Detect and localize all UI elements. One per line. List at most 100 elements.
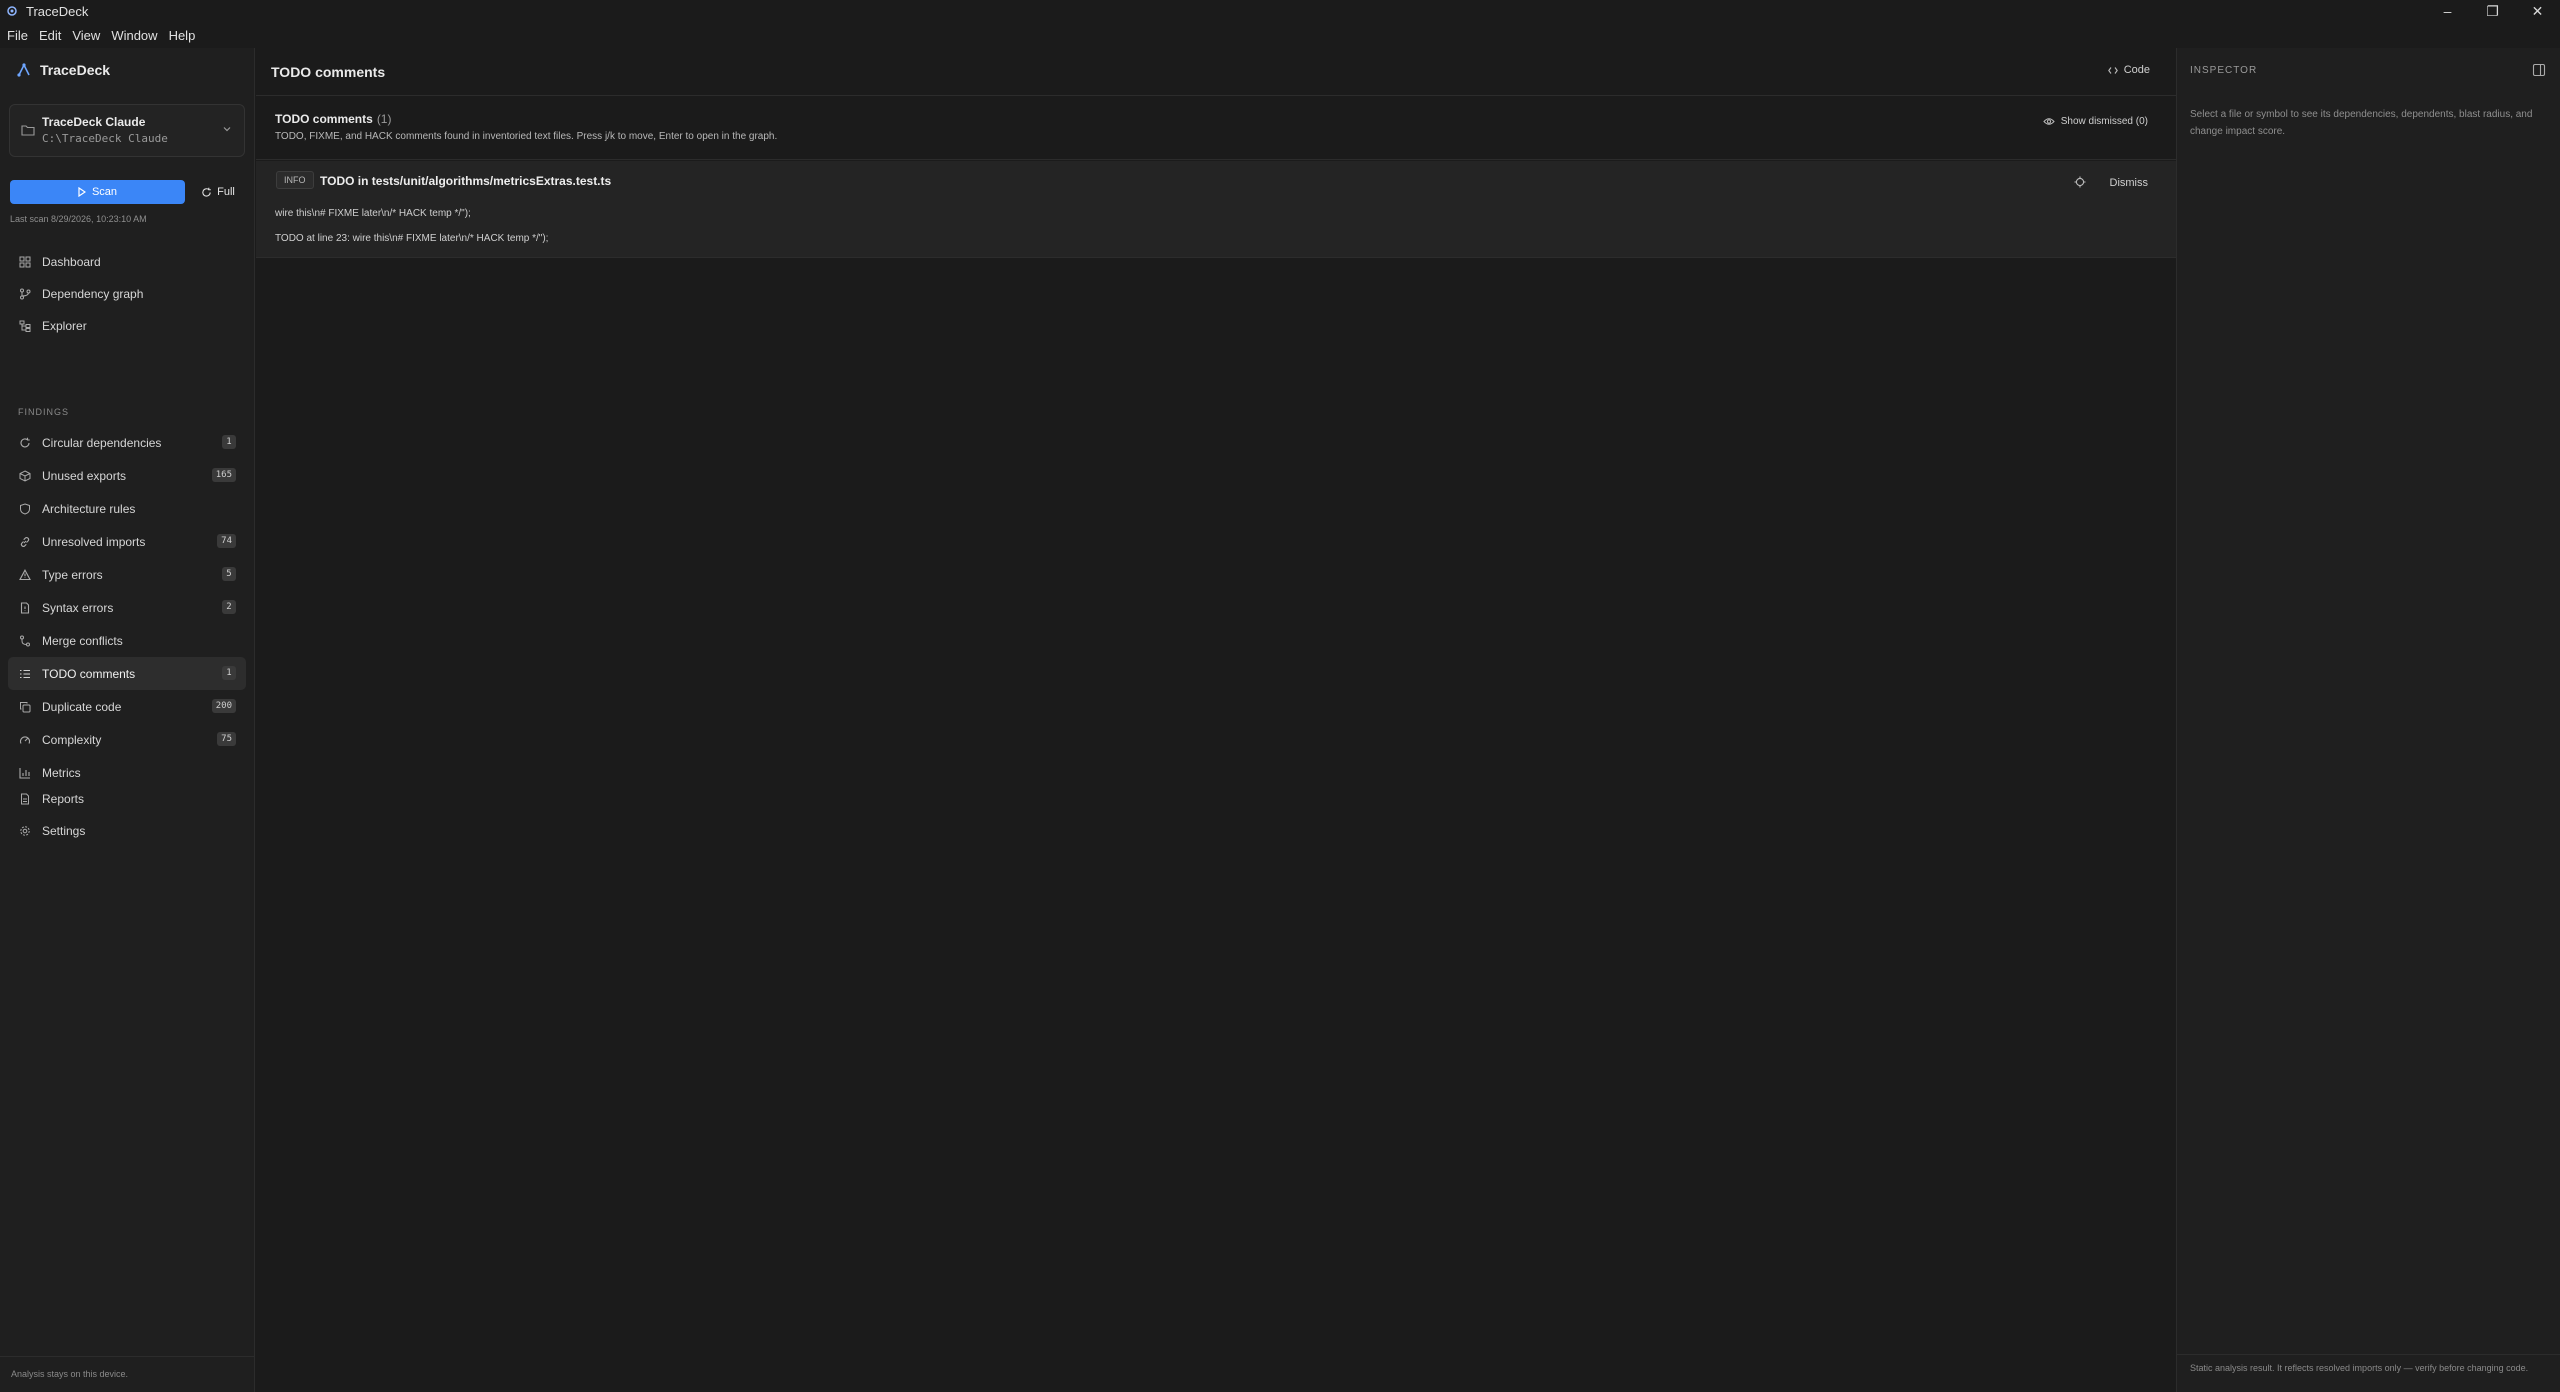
nav-item-unused-exports[interactable]: Unused exports 165	[8, 459, 246, 492]
inspector-footer: Static analysis result. It reflects reso…	[2177, 1354, 2560, 1392]
refresh-icon	[201, 187, 212, 198]
nav-item-duplicate-code[interactable]: Duplicate code 200	[8, 690, 246, 723]
close-button[interactable]: ✕	[2515, 0, 2560, 22]
todo-list-icon	[18, 667, 32, 681]
minimize-button[interactable]: –	[2425, 0, 2470, 22]
brand: TraceDeck	[16, 62, 110, 78]
inspector-title: INSPECTOR	[2190, 65, 2258, 76]
menu-bar: File Edit View Window Help	[0, 24, 206, 46]
severity-badge: INFO	[276, 171, 314, 189]
code-label: Code	[2123, 64, 2150, 76]
bar-chart-icon	[18, 766, 32, 780]
nav-label: Dashboard	[42, 255, 101, 269]
finding-snippet: wire this\n# FIXME later\n/* HACK temp *…	[275, 208, 471, 219]
window-title: TraceDeck	[26, 3, 89, 19]
menu-view[interactable]: View	[72, 28, 100, 43]
locate-icon[interactable]	[2074, 176, 2086, 188]
nav-label: Metrics	[42, 765, 81, 780]
file-error-icon	[18, 601, 32, 615]
nav-item-architecture-rules[interactable]: Architecture rules	[8, 492, 246, 525]
brand-logo-icon	[16, 62, 32, 78]
workspace-selector[interactable]: TraceDeck Claude C:\TraceDeck Claude	[9, 104, 245, 157]
nav-label: Dependency graph	[42, 287, 144, 301]
app-window: TraceDeck – ❐ ✕ File Edit View Window He…	[0, 0, 2560, 1392]
app-logo-icon	[4, 3, 20, 19]
nav-item-todo-comments[interactable]: TODO comments 1	[8, 657, 246, 690]
menu-help[interactable]: Help	[169, 28, 196, 43]
nav-label: Settings	[42, 824, 86, 838]
workspace-name: TraceDeck Claude	[42, 115, 146, 129]
dismiss-button[interactable]: Dismiss	[2110, 177, 2149, 189]
graph-icon	[18, 287, 32, 301]
secondary-nav: Reports Settings	[8, 783, 246, 847]
count-badge: 2	[222, 600, 236, 614]
warning-icon	[18, 568, 32, 582]
menu-file[interactable]: File	[7, 28, 28, 43]
sidebar: TraceDeck TraceDeck Claude C:\TraceDeck …	[0, 48, 255, 1392]
nav-item-dashboard[interactable]: Dashboard	[8, 246, 246, 278]
link-icon	[18, 535, 32, 549]
nav-label: Complexity	[42, 732, 102, 747]
count-badge: 1	[222, 435, 236, 449]
nav-item-reports[interactable]: Reports	[8, 783, 246, 815]
inspector-empty-state: Select a file or symbol to see its depen…	[2190, 109, 2533, 137]
gauge-icon	[18, 733, 32, 747]
chevron-down-icon	[222, 124, 232, 134]
menu-window[interactable]: Window	[111, 28, 157, 43]
finding-row[interactable]: INFO TODO in tests/unit/algorithms/metri…	[256, 161, 2176, 258]
nav-item-merge-conflicts[interactable]: Merge conflicts	[8, 624, 246, 657]
shield-icon	[18, 502, 32, 516]
nav-label: Type errors	[42, 567, 103, 582]
count-badge: 1	[222, 666, 236, 680]
scan-button[interactable]: Scan	[10, 180, 185, 204]
nav-item-syntax-errors[interactable]: Syntax errors 2	[8, 591, 246, 624]
page-title: TODO comments	[271, 64, 386, 80]
list-title-text: TODO comments	[275, 112, 373, 126]
nav-item-dependency-graph[interactable]: Dependency graph	[8, 278, 246, 310]
list-title: TODO comments (1)	[275, 112, 391, 126]
inspector-panel: INSPECTOR Select a file or symbol to see…	[2176, 48, 2560, 1392]
gear-icon	[18, 824, 32, 838]
show-dismissed-label: Show dismissed (0)	[2060, 116, 2148, 127]
scan-label: Scan	[91, 186, 118, 198]
list-description: TODO, FIXME, and HACK comments found in …	[275, 131, 778, 142]
privacy-note: Analysis stays on this device.	[11, 1369, 129, 1379]
finding-title: TODO in tests/unit/algorithms/metricsExt…	[320, 174, 612, 188]
merge-icon	[18, 634, 32, 648]
code-button[interactable]: Code	[2107, 64, 2150, 76]
eye-icon	[2043, 117, 2055, 126]
maximize-button[interactable]: ❐	[2470, 0, 2515, 22]
main-header: TODO comments Code	[256, 48, 2176, 96]
nav-label: Merge conflicts	[42, 633, 123, 648]
explorer-icon	[18, 319, 32, 333]
findings-section-label: FINDINGS	[18, 407, 70, 417]
nav-label: Unresolved imports	[42, 534, 146, 549]
list-header: TODO comments (1) TODO, FIXME, and HACK c…	[256, 96, 2176, 160]
full-scan-label: Full	[217, 186, 235, 198]
copy-icon	[18, 700, 32, 714]
package-icon	[18, 469, 32, 483]
workspace-path: C:\TraceDeck Claude	[42, 132, 168, 145]
nav-item-explorer[interactable]: Explorer	[8, 310, 246, 342]
nav-item-complexity[interactable]: Complexity 75	[8, 723, 246, 756]
count-badge: 75	[217, 732, 236, 746]
nav-label: Syntax errors	[42, 600, 114, 615]
menu-edit[interactable]: Edit	[39, 28, 61, 43]
folder-icon	[21, 124, 35, 136]
inspector-disclaimer: Static analysis result. It reflects reso…	[2190, 1363, 2529, 1373]
sidebar-footer: Analysis stays on this device.	[0, 1356, 255, 1392]
nav-label: TODO comments	[42, 666, 136, 681]
nav-item-unresolved-imports[interactable]: Unresolved imports 74	[8, 525, 246, 558]
nav-item-type-errors[interactable]: Type errors 5	[8, 558, 246, 591]
nav-label: Reports	[42, 792, 85, 806]
primary-nav: Dashboard Dependency graph Explorer	[8, 246, 246, 342]
show-dismissed-toggle[interactable]: Show dismissed (0)	[2043, 116, 2148, 127]
nav-item-settings[interactable]: Settings	[8, 815, 246, 847]
count-badge: 5	[222, 567, 236, 581]
brand-name: TraceDeck	[40, 62, 111, 78]
finding-detail: TODO at line 23: wire this\n# FIXME late…	[275, 233, 549, 244]
full-scan-button[interactable]: Full	[192, 180, 244, 204]
panel-toggle-icon[interactable]	[2532, 63, 2546, 77]
main-panel: TODO comments Code TODO comments (1) TODO…	[256, 48, 2176, 1392]
nav-item-circular-dependencies[interactable]: Circular dependencies 1	[8, 426, 246, 459]
